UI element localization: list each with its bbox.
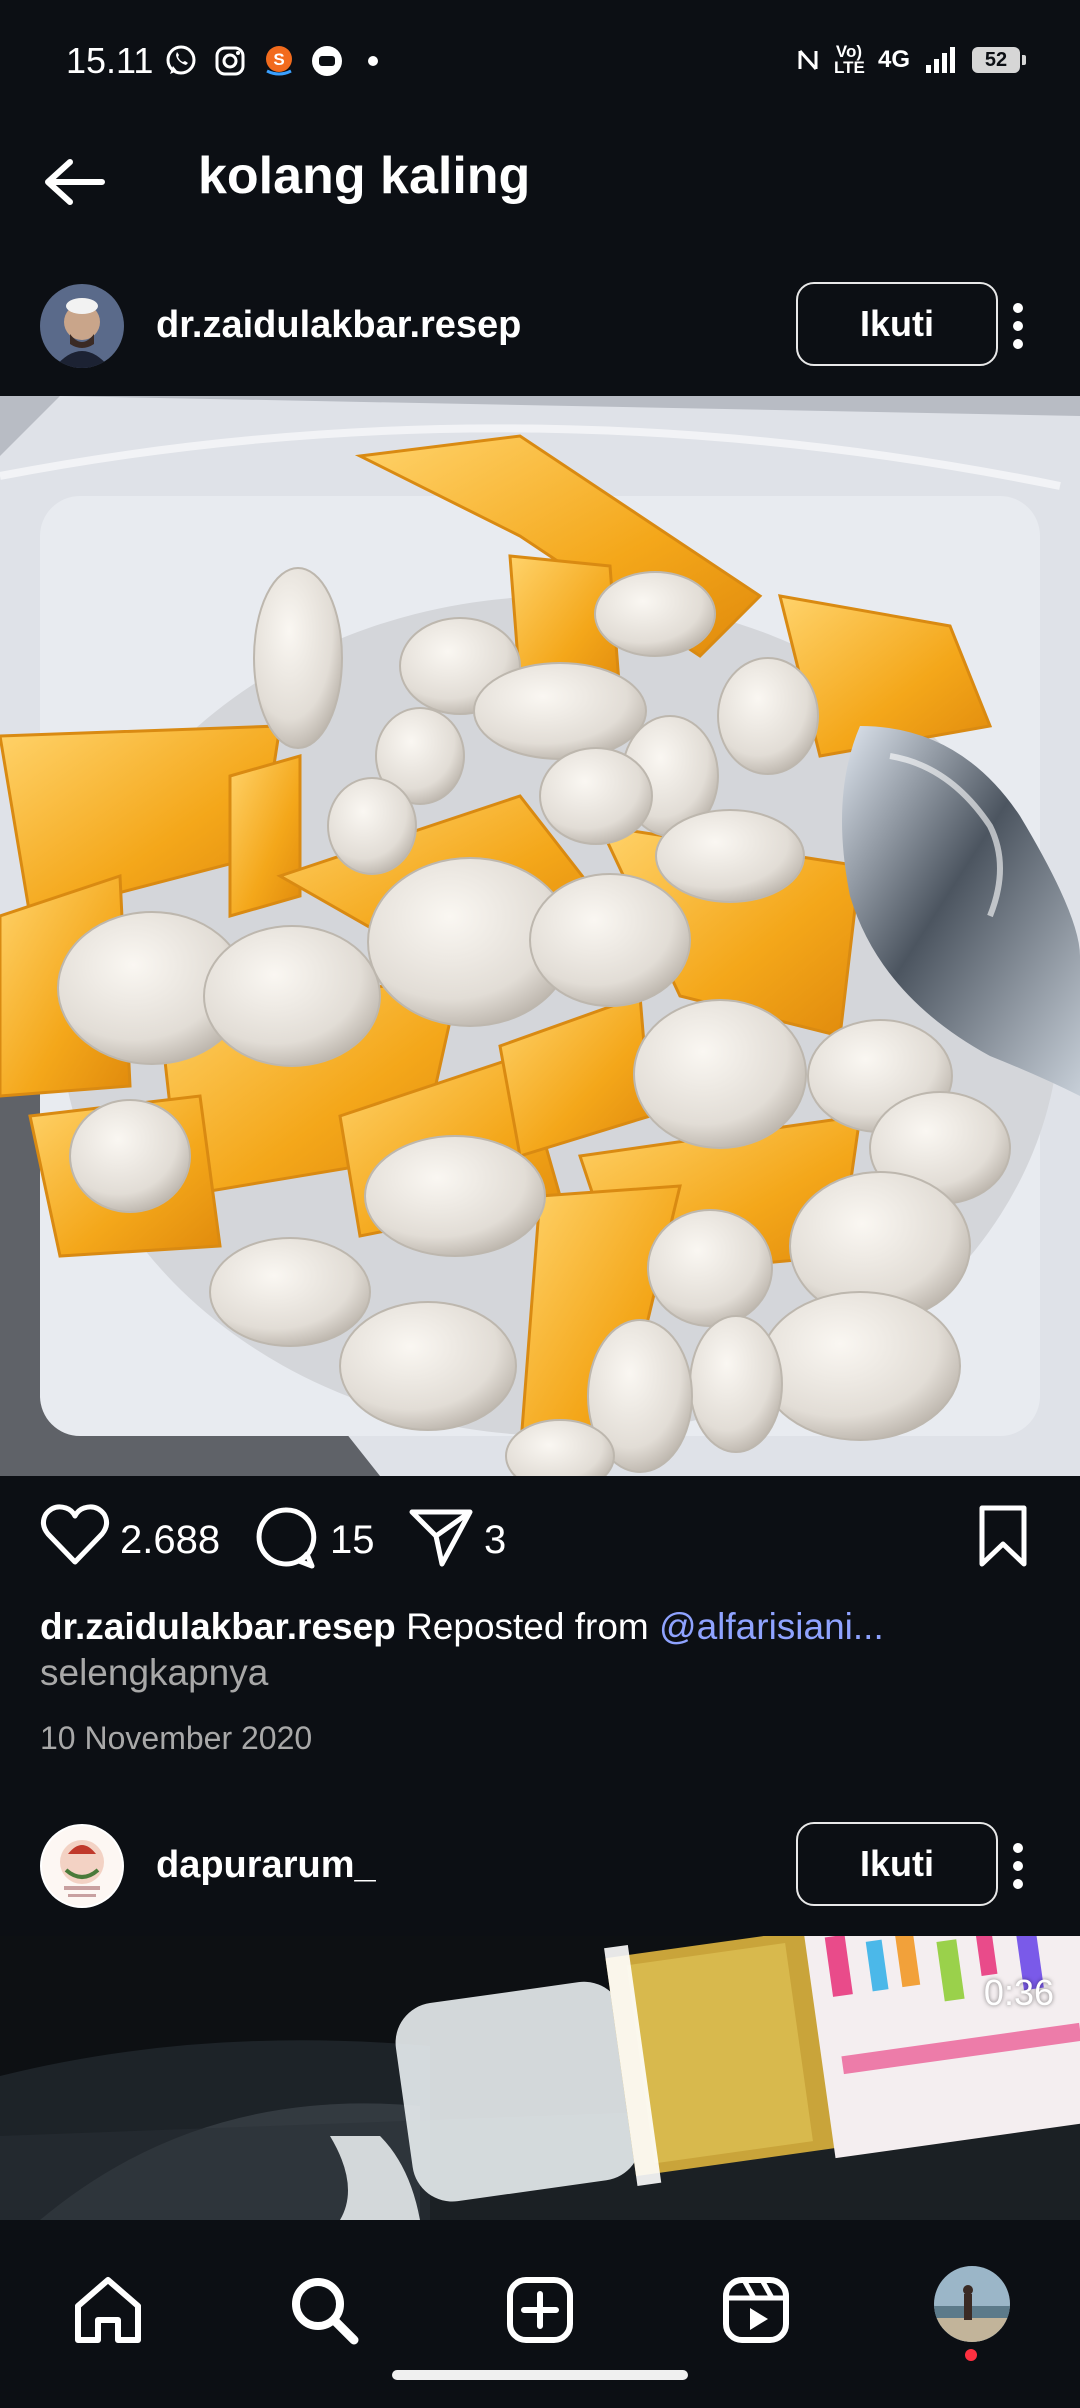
bookmark-icon[interactable] <box>976 1504 1030 1570</box>
post-header: dapurarum_ Ikuti <box>0 1806 1080 1926</box>
post-image[interactable] <box>0 396 1080 1476</box>
top-header: kolang kaling <box>0 130 1080 230</box>
video-duration: 0:36 <box>983 1972 1054 2013</box>
avatar[interactable] <box>40 284 124 368</box>
share-count[interactable]: 3 <box>484 1518 506 1563</box>
instagram-icon <box>215 46 245 76</box>
whatsapp-icon <box>166 45 196 75</box>
home-indicator[interactable] <box>392 2370 688 2380</box>
status-bar: 15.11 S Vo) LTE 4G 52 <box>0 0 1080 130</box>
follow-button[interactable]: Ikuti <box>796 1822 998 1906</box>
signal-icon <box>926 47 955 73</box>
nfc-icon <box>798 50 818 70</box>
battery-indicator: 52 <box>972 47 1026 73</box>
caption-mention[interactable]: @alfarisiani... <box>659 1606 884 1647</box>
dot-icon <box>368 56 378 66</box>
create-icon[interactable] <box>500 2270 580 2350</box>
back-arrow-icon[interactable] <box>40 152 110 212</box>
caption-username[interactable]: dr.zaidulakbar.resep <box>40 1606 396 1647</box>
caption-text: Reposted from <box>395 1606 660 1647</box>
notification-dot-icon <box>965 2349 977 2361</box>
comment-count[interactable]: 15 <box>330 1518 375 1563</box>
like-count[interactable]: 2.688 <box>120 1518 220 1563</box>
network-type: 4G <box>877 46 910 73</box>
status-time: 15.11 <box>66 40 154 81</box>
page-title: kolang kaling <box>198 147 531 205</box>
post-video[interactable] <box>0 1936 1080 2220</box>
volte-icon: Vo) LTE <box>833 42 865 77</box>
search-icon[interactable] <box>284 2270 364 2350</box>
shopee-icon: S <box>266 46 292 76</box>
svg-text:S: S <box>273 50 284 69</box>
more-options-icon[interactable] <box>1000 296 1036 356</box>
post-actions: 2.688 15 3 <box>0 1488 1080 1588</box>
share-icon[interactable] <box>408 1506 474 1568</box>
see-more-link[interactable]: selengkapnya <box>40 1652 268 1694</box>
post-username[interactable]: dapurarum_ <box>156 1844 376 1887</box>
status-right: Vo) LTE 4G 52 <box>796 42 1026 77</box>
post-caption: dr.zaidulakbar.resep Reposted from @alfa… <box>40 1602 1040 1652</box>
avatar[interactable] <box>40 1824 124 1908</box>
post-username[interactable]: dr.zaidulakbar.resep <box>156 304 521 347</box>
reels-icon[interactable] <box>716 2270 796 2350</box>
follow-button[interactable]: Ikuti <box>796 282 998 366</box>
post-header: dr.zaidulakbar.resep Ikuti <box>0 266 1080 386</box>
post-date: 10 November 2020 <box>40 1720 313 1756</box>
like-heart-icon[interactable] <box>40 1504 110 1568</box>
chat-icon <box>312 46 342 76</box>
home-icon[interactable] <box>68 2270 148 2350</box>
profile-avatar[interactable] <box>934 2266 1010 2342</box>
more-options-icon[interactable] <box>1000 1836 1036 1896</box>
comment-icon[interactable] <box>252 1504 318 1570</box>
